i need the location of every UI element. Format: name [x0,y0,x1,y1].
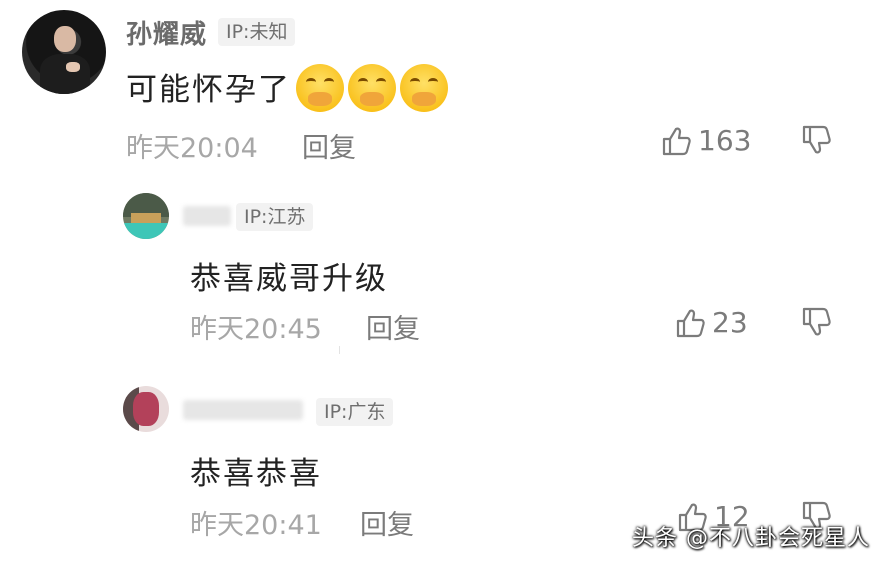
avatar-figure [40,54,90,94]
hand-over-mouth-emoji-icon [400,64,448,112]
thumbs-down-icon [802,125,831,154]
comment-text: 可能怀孕了 [126,72,291,108]
blurred-username [183,400,303,420]
dislike-button[interactable] [800,124,832,160]
like-count: 23 [712,306,748,339]
like-count: 163 [698,124,752,157]
like-button[interactable]: 163 [660,124,751,157]
hand-over-mouth-emoji-icon [296,64,344,112]
like-button[interactable]: 23 [674,306,748,339]
thumbs-up-icon [662,127,691,155]
divider [339,346,340,354]
emoji-group [296,64,448,112]
avatar-face [54,26,76,52]
user-avatar[interactable] [22,10,106,94]
ip-location-badge: IP:广东 [316,398,394,426]
hand-over-mouth-emoji-icon [348,64,396,112]
avatar-hand [66,62,80,72]
reply-text: 恭喜恭喜 [190,456,322,492]
comment-timestamp: 昨天20:04 [126,133,258,164]
dislike-button[interactable] [800,306,832,342]
reply-avatar[interactable] [123,386,169,432]
blurred-username [183,206,231,226]
reply-avatar[interactable] [123,193,169,239]
avatar-blur-region [123,223,169,239]
reply-text: 恭喜威哥升级 [190,261,388,297]
reply-timestamp: 昨天20:45 [190,314,322,345]
ip-location-badge: IP:未知 [218,18,296,46]
watermark: 头条 @不八卦会死星人 [632,526,870,551]
reply-button[interactable]: 回复 [366,307,420,346]
reply-timestamp: 昨天20:41 [190,510,322,541]
thumbs-down-icon [802,307,831,336]
reply-button[interactable]: 回复 [302,126,356,165]
avatar-blur-region [133,392,159,426]
ip-location-badge: IP:江苏 [236,203,314,231]
username[interactable]: 孙耀威 [126,14,207,51]
thumbs-up-icon [676,309,705,337]
reply-button[interactable]: 回复 [360,503,414,542]
